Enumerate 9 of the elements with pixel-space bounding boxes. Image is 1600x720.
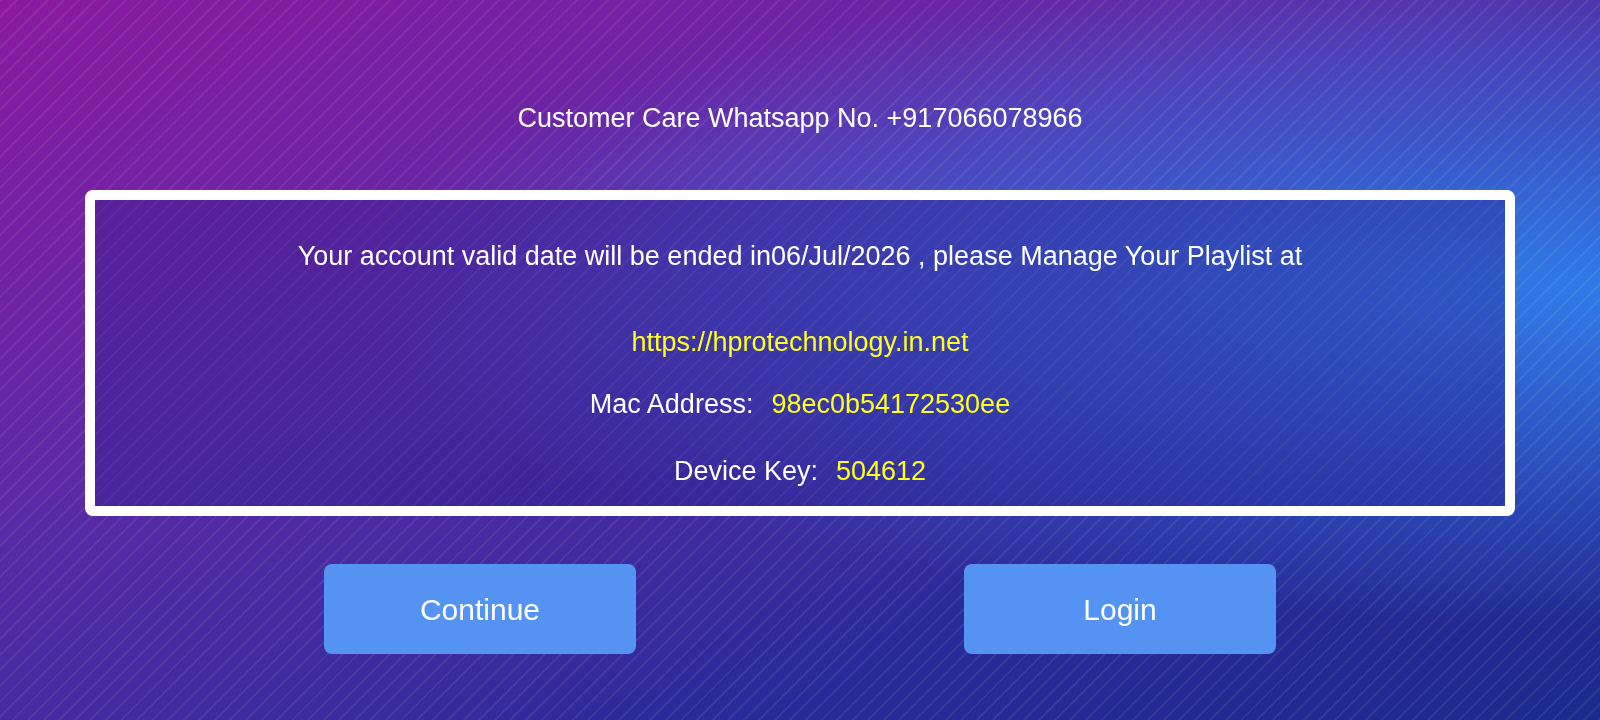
login-button[interactable]: Login [964,564,1276,654]
field-label: Mac Address: [589,388,754,421]
notice-message: Your account valid date will be ended in06/Jul/2026 , please Manage Your Playlist at [297,240,1303,273]
customer-care-text: Customer Care Whatsapp No. +917066078966 [517,103,1083,133]
field-value: 98ec0b54172530ee [771,388,1011,421]
field-value: 504612 [835,454,927,488]
continue-button[interactable]: Continue [324,564,636,654]
field-label: Device Key: [673,454,818,488]
playlist-link[interactable]: https://hprotechnology.in.net [631,321,969,362]
